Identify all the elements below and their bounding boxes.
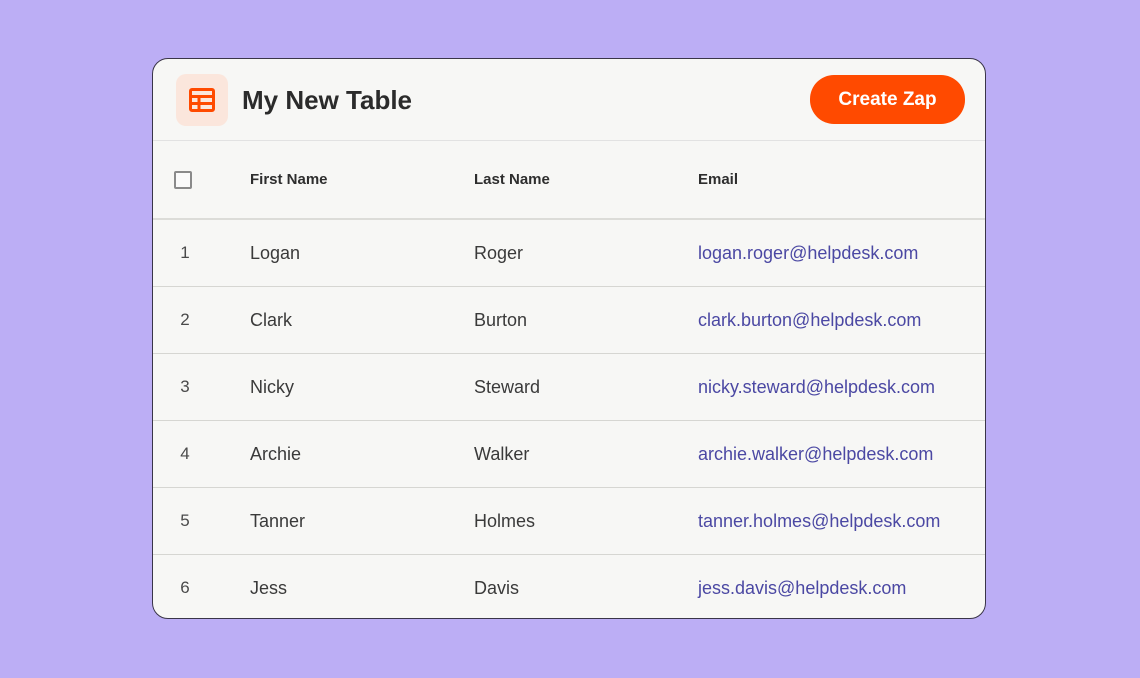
row-number: 5 (180, 511, 190, 530)
column-header-email[interactable]: Email (698, 141, 738, 218)
create-zap-button[interactable]: Create Zap (810, 75, 965, 124)
first-name-cell[interactable]: Clark (250, 287, 292, 353)
table-row[interactable]: 5 Tanner Holmes tanner.holmes@helpdesk.c… (153, 488, 985, 555)
select-all-checkbox[interactable] (174, 171, 192, 189)
row-number: 4 (180, 444, 190, 463)
first-name-cell[interactable]: Logan (250, 220, 300, 286)
first-name-cell[interactable]: Tanner (250, 488, 305, 554)
table-card: My New Table Create Zap First Name Last … (152, 58, 986, 619)
email-cell[interactable]: logan.roger@helpdesk.com (698, 220, 918, 286)
last-name-cell[interactable]: Davis (474, 555, 519, 618)
table-row[interactable]: 1 Logan Roger logan.roger@helpdesk.com (153, 220, 985, 287)
table-row[interactable]: 3 Nicky Steward nicky.steward@helpdesk.c… (153, 354, 985, 421)
row-number: 6 (180, 578, 190, 597)
email-cell[interactable]: nicky.steward@helpdesk.com (698, 354, 935, 420)
row-number: 2 (180, 310, 190, 329)
column-header-first-name[interactable]: First Name (250, 141, 328, 218)
table-row[interactable]: 6 Jess Davis jess.davis@helpdesk.com (153, 555, 985, 618)
table-body: 1 Logan Roger logan.roger@helpdesk.com 2… (153, 220, 985, 618)
row-number: 3 (180, 377, 190, 396)
table-row[interactable]: 4 Archie Walker archie.walker@helpdesk.c… (153, 421, 985, 488)
table-header: My New Table Create Zap (153, 59, 985, 141)
email-cell[interactable]: jess.davis@helpdesk.com (698, 555, 906, 618)
first-name-cell[interactable]: Archie (250, 421, 301, 487)
email-cell[interactable]: clark.burton@helpdesk.com (698, 287, 921, 353)
email-cell[interactable]: archie.walker@helpdesk.com (698, 421, 933, 487)
first-name-cell[interactable]: Jess (250, 555, 287, 618)
table-icon (176, 74, 228, 126)
row-number: 1 (180, 243, 190, 262)
email-cell[interactable]: tanner.holmes@helpdesk.com (698, 488, 940, 554)
last-name-cell[interactable]: Steward (474, 354, 540, 420)
last-name-cell[interactable]: Holmes (474, 488, 535, 554)
table-column-headers: First Name Last Name Email (153, 141, 985, 220)
last-name-cell[interactable]: Roger (474, 220, 523, 286)
column-header-last-name[interactable]: Last Name (474, 141, 550, 218)
table-row[interactable]: 2 Clark Burton clark.burton@helpdesk.com (153, 287, 985, 354)
page-title: My New Table (242, 85, 413, 115)
first-name-cell[interactable]: Nicky (250, 354, 294, 420)
last-name-cell[interactable]: Burton (474, 287, 527, 353)
last-name-cell[interactable]: Walker (474, 421, 529, 487)
